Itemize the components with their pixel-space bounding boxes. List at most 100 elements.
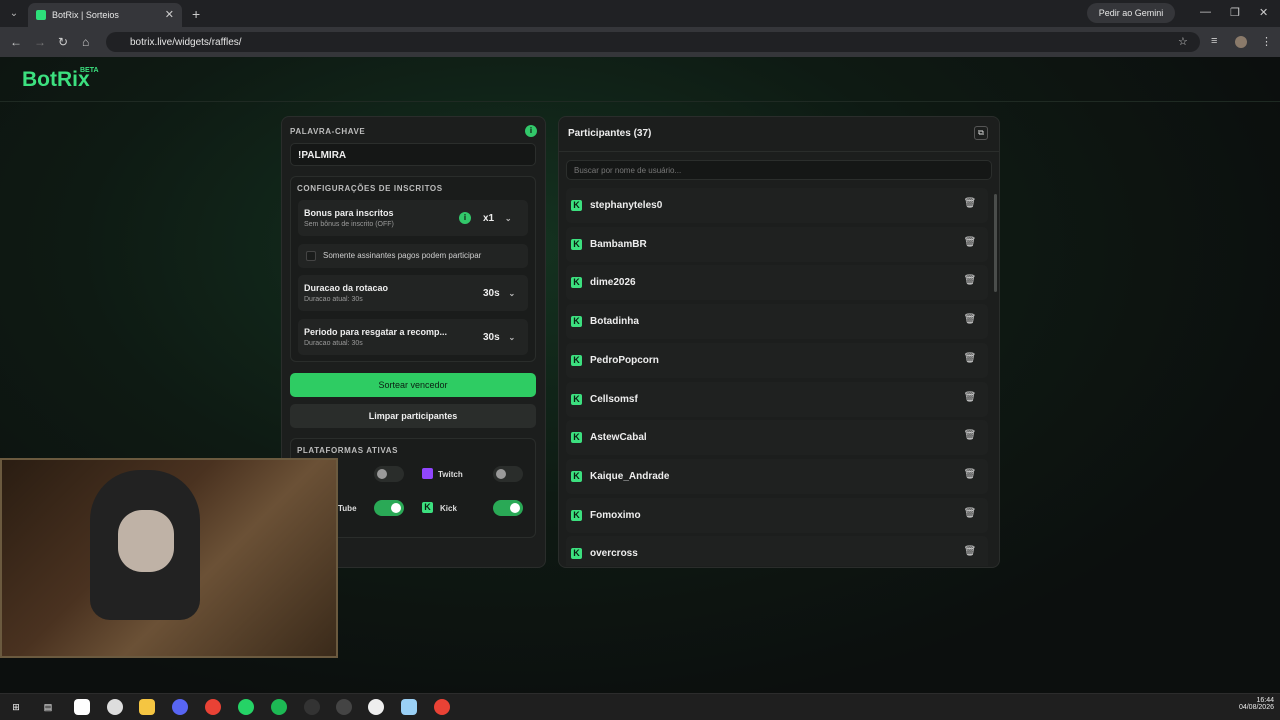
kick-icon: K — [571, 277, 582, 289]
obs-icon[interactable] — [304, 699, 320, 715]
paid-only-checkbox[interactable] — [306, 251, 316, 261]
header-divider — [0, 101, 1280, 102]
participant-row[interactable]: Kovercross 🗑 — [566, 536, 988, 566]
app3-icon[interactable] — [368, 699, 384, 715]
trash-icon[interactable]: 🗑 — [963, 430, 977, 444]
copy-icon[interactable]: ⧉ — [974, 126, 988, 140]
start-icon[interactable]: ⊞ — [8, 699, 24, 715]
reload-icon[interactable]: ↻ — [58, 35, 68, 49]
bonus-title: Bonus para inscritos — [304, 208, 394, 218]
task-view-icon[interactable]: ▤ — [40, 699, 56, 715]
clock[interactable]: 16:44 04/08/2026 — [1230, 697, 1274, 711]
discord-icon[interactable] — [172, 699, 188, 715]
spotify-icon[interactable] — [271, 699, 287, 715]
participants-scrollbar[interactable] — [994, 194, 997, 292]
clear-participants-button[interactable]: Limpar participantes — [290, 404, 536, 428]
participant-row[interactable]: Kdime2026 🗑 — [566, 265, 988, 301]
kick-icon: K — [571, 509, 582, 521]
profile-avatar[interactable] — [1235, 36, 1247, 48]
trash-icon[interactable]: 🗑 — [963, 508, 977, 522]
participant-row[interactable]: K Cellsomsf 🗑 — [566, 381, 988, 417]
participant-name: AstewCabal — [590, 432, 647, 444]
kick-icon: K — [571, 238, 582, 250]
redeem-value: 30s — [483, 332, 500, 343]
participant-name: stephanyteles0 — [590, 200, 663, 211]
participant-name: PedroPopcorn — [590, 354, 659, 366]
trash-icon[interactable]: 🗑 — [963, 275, 977, 289]
tab-search-icon[interactable]: ⌄ — [0, 0, 28, 27]
twitch-icon — [422, 468, 433, 479]
kick-toggle[interactable] — [493, 500, 523, 516]
clock-time: 16:44 — [1256, 697, 1274, 704]
kick-icon: K — [571, 548, 582, 560]
bonus-select[interactable]: x1 ⌄ — [483, 213, 512, 224]
minimize-icon[interactable]: — — [1200, 6, 1211, 18]
bonus-info-icon[interactable]: i — [459, 212, 471, 224]
tab-title: BotRix | Sorteios — [52, 10, 119, 20]
trash-icon[interactable]: 🗑 — [963, 392, 977, 406]
media-icon[interactable]: ≡ — [1211, 35, 1217, 47]
app-icon[interactable] — [107, 699, 123, 715]
trash-icon[interactable]: 🗑 — [963, 314, 977, 328]
keyword-info-icon[interactable]: i — [525, 125, 537, 137]
close-window-icon[interactable]: ✕ — [1259, 6, 1268, 19]
chrome2-icon[interactable] — [434, 699, 450, 715]
back-icon[interactable]: ← — [10, 35, 22, 49]
bonus-value: x1 — [483, 213, 495, 224]
gemini-button[interactable]: Pedir ao Gemini — [1087, 3, 1175, 23]
kick-icon: K — [571, 432, 582, 444]
whatsapp-icon[interactable] — [238, 699, 254, 715]
participant-row[interactable]: K Botadinha 🗑 — [566, 304, 988, 340]
participant-row[interactable]: K Kaique_Andrade 🗑 — [566, 458, 988, 494]
trash-icon[interactable]: 🗑 — [963, 198, 977, 212]
trash-icon[interactable]: 🗑 — [963, 237, 977, 251]
trash-icon[interactable]: 🗑 — [963, 546, 977, 560]
redeem-select[interactable]: 30s ⌄ — [483, 332, 515, 343]
participant-search-input[interactable]: Buscar por nome de usuário... — [566, 160, 992, 180]
participant-name: Cellsomsf — [590, 393, 638, 405]
webcam-face — [118, 510, 174, 572]
bookmark-star-icon[interactable]: ☆ — [1178, 35, 1188, 48]
rotation-select[interactable]: 30s ⌄ — [483, 288, 515, 299]
participant-row[interactable]: K AstewCabal 🗑 — [566, 420, 988, 456]
trash-icon[interactable]: 🗑 — [963, 469, 977, 483]
taskbar — [0, 693, 1280, 720]
participant-row[interactable]: K Fomoximo 🗑 — [566, 497, 988, 533]
folder-icon[interactable] — [139, 699, 155, 715]
youtube-toggle[interactable] — [374, 500, 404, 516]
tab-close-icon[interactable]: ✕ — [165, 8, 174, 21]
youtube-label: Tube — [338, 504, 357, 513]
participants-title: Participantes (37) — [568, 128, 652, 139]
home-icon[interactable]: ⌂ — [82, 35, 89, 49]
twitch-toggle[interactable] — [493, 466, 523, 482]
app2-icon[interactable] — [336, 699, 352, 715]
participant-name: BambamBR — [590, 238, 647, 250]
participant-row[interactable]: K PedroPopcorn 🗑 — [566, 342, 988, 378]
forward-icon[interactable]: → — [34, 35, 46, 49]
restore-icon[interactable]: ❐ — [1230, 6, 1240, 19]
platform-toggle-1[interactable] — [374, 466, 404, 482]
redeem-title: Periodo para resgatar a recomp... — [304, 327, 448, 337]
new-tab-icon[interactable]: + — [192, 6, 200, 22]
app4-icon[interactable] — [401, 699, 417, 715]
trash-icon[interactable]: 🗑 — [963, 353, 977, 367]
gemini-label: Pedir ao Gemini — [1098, 8, 1164, 18]
subs-section-label: CONFIGURAÇÕES DE INSCRITOS — [297, 184, 443, 193]
participant-row[interactable]: K BambamBR 🗑 — [566, 226, 988, 262]
redeem-sub: Duracao atual: 30s — [304, 340, 363, 347]
paid-only-label: Somente assinantes pagos podem participa… — [323, 251, 482, 260]
url-field[interactable]: botrix.live/widgets/raffles/ — [106, 32, 1200, 52]
menu-dots-icon[interactable]: ⋮ — [1261, 35, 1272, 48]
participant-name: Kaique_Andrade — [590, 470, 670, 482]
keyword-label: PALAVRA-CHAVE — [290, 127, 366, 136]
draw-winner-button[interactable]: Sortear vencedor — [290, 373, 536, 397]
rotation-title: Duracao da rotacao — [304, 283, 389, 293]
participant-name: overcross — [590, 548, 638, 560]
participant-row[interactable]: Kstephanyteles0 🗑 — [566, 188, 988, 223]
rotation-sub: Duracao atual: 30s — [304, 296, 363, 303]
notepad-icon[interactable] — [74, 699, 90, 715]
browser-tab[interactable]: BotRix | Sorteios ✕ — [28, 3, 182, 27]
chrome-icon[interactable] — [205, 699, 221, 715]
keyword-input[interactable]: !PALMIRA — [290, 143, 536, 166]
participant-name: dime2026 — [590, 277, 636, 289]
